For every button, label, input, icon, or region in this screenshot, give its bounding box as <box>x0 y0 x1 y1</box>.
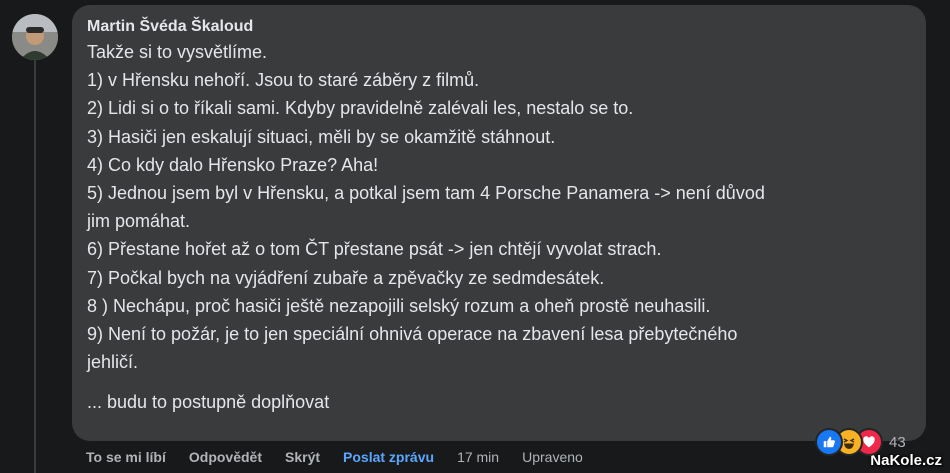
watermark: NaKole.cz <box>870 452 942 469</box>
like-icon <box>815 428 843 456</box>
avatar[interactable] <box>12 14 58 60</box>
edited-label[interactable]: Upraveno <box>522 449 583 465</box>
comment-body: Takže si to vysvětlíme. 1) v Hřensku neh… <box>87 38 912 417</box>
comment-line: 6) Přestane hořet až o tom ČT přestane p… <box>87 239 662 260</box>
comment-line: 4) Co kdy dalo Hřensko Praze? Aha! <box>87 154 379 175</box>
comment-line: 8 ) Nechápu, proč hasiči ještě nezapojil… <box>87 295 711 316</box>
comment-line: 7) Počkal bych na vyjádření zubaře a zpě… <box>87 267 605 288</box>
comment-author[interactable]: Martin Švéda Škaloud <box>87 17 912 38</box>
reply-button[interactable]: Odpovědět <box>189 449 262 465</box>
comment-line: 3) Hasiči jen eskalují situaci, měli by … <box>87 126 556 147</box>
comment-bubble: Martin Švéda Škaloud Takže si to vysvětl… <box>72 5 926 441</box>
like-button[interactable]: To se mi líbí <box>86 449 166 465</box>
comment-line: jehličí. <box>87 352 139 373</box>
comment-line: 5) Jednou jsem byl v Hřensku, a potkal j… <box>87 183 765 204</box>
comment-footer-line: ... budu to postupně doplňovat <box>87 392 330 413</box>
thread-line <box>34 52 36 473</box>
comment-timestamp[interactable]: 17 min <box>457 449 499 465</box>
comment-line: 1) v Hřensku nehoří. Jsou to staré záběr… <box>87 70 480 91</box>
comment-actions: To se mi líbí Odpovědět Skrýt Poslat zpr… <box>86 447 606 467</box>
comment-line: 9) Není to požár, je to jen speciální oh… <box>87 324 738 345</box>
comment-line: Takže si to vysvětlíme. <box>87 42 268 62</box>
comment-line: 2) Lidi si o to říkali sami. Kdyby pravi… <box>87 98 634 119</box>
avatar-photo <box>12 14 58 60</box>
send-message-button[interactable]: Poslat zprávu <box>343 449 434 465</box>
hide-button[interactable]: Skrýt <box>285 449 320 465</box>
comment-line: jim pomáhat. <box>87 211 191 232</box>
reaction-count: 43 <box>889 433 906 451</box>
